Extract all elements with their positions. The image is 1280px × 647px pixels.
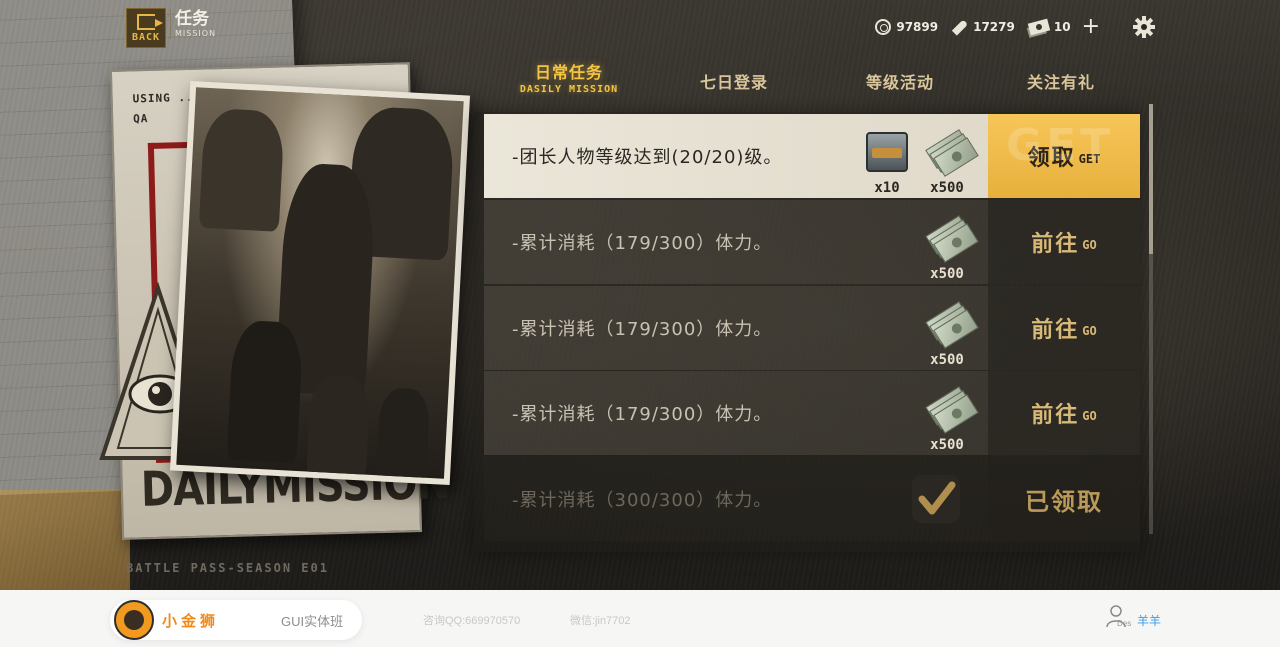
reward-item: x500	[920, 210, 979, 284]
settings-gear-icon[interactable]	[1132, 15, 1156, 39]
mission-description: -累计消耗（179/300）体力。	[512, 319, 773, 340]
reward-item: x500	[920, 296, 979, 370]
cash-icon	[1027, 18, 1051, 36]
game-screen: BACK 任务 MISSION USING ... AND HUNTING KN…	[0, 0, 1280, 590]
reward-count: x500	[930, 437, 964, 453]
mission-description: -团长人物等级达到(20/20)级。	[512, 147, 783, 168]
claim-button[interactable]: GET 领取 GET	[988, 114, 1140, 198]
mission-rewards: x500	[920, 292, 979, 370]
mission-row: -团长人物等级达到(20/20)级。 x10 x500 GET 领取 GET	[484, 114, 1140, 198]
go-label-en: GO	[1082, 324, 1097, 338]
poster-figure	[198, 107, 285, 232]
yellow-paper-strip	[0, 490, 130, 590]
reward-count: x500	[930, 266, 964, 282]
add-cash-button[interactable]: +	[1082, 16, 1100, 38]
go-label-en: GO	[1082, 238, 1097, 252]
poster-figure	[226, 319, 304, 464]
brand-pill: 小金狮 GUI实体班	[110, 600, 362, 640]
gangster-poster	[169, 80, 471, 486]
footer-bar: 小金狮 GUI实体班 咨询QQ:669970570 微信:jin7702 Des…	[0, 590, 1280, 647]
bullet-count: 17279	[973, 20, 1015, 34]
go-button[interactable]: 前往 GO	[988, 286, 1140, 370]
go-label: 前往	[1031, 232, 1080, 257]
season-label: BATTLE PASS-SEASON E01	[126, 561, 329, 575]
chest-icon	[866, 132, 908, 172]
tab-label: 七日登录	[699, 73, 768, 92]
tab-level-event[interactable]: 等级活动	[845, 72, 955, 116]
lion-logo-icon	[114, 600, 154, 640]
bullet-icon	[951, 18, 969, 36]
poster-artwork	[176, 87, 464, 479]
mission-row: -累计消耗（179/300）体力。 x500 前往 GO	[484, 200, 1140, 284]
coin-icon	[875, 19, 892, 35]
mission-row: -累计消耗（179/300）体力。 x500 前往 GO	[484, 371, 1140, 455]
tab-daily-mission[interactable]: 日常任务 DASILY MISSION	[514, 63, 624, 108]
mission-rewards: x500	[920, 377, 979, 455]
mission-tabs: 日常任务 DASILY MISSION 七日登录 等级活动 关注有礼	[474, 63, 1140, 108]
tab-label: 关注有礼	[1026, 73, 1095, 92]
page-title-en: MISSION	[175, 29, 217, 38]
bullet-resource: 17279	[951, 18, 1015, 36]
user-des: Des	[1117, 619, 1132, 628]
reward-count: x500	[930, 352, 964, 368]
user-name[interactable]: 羊羊	[1137, 612, 1161, 629]
back-button[interactable]: BACK	[126, 8, 166, 48]
tab-label: 等级活动	[865, 73, 934, 92]
exit-door-icon	[137, 13, 163, 30]
go-label: 前往	[1031, 403, 1080, 428]
cash-icon	[924, 214, 979, 263]
coin-resource: 97899	[875, 19, 938, 35]
cash-icon	[924, 385, 979, 434]
page-title-cn: 任务	[175, 9, 209, 29]
cash-icon	[924, 128, 979, 177]
cash-resource: 10 +	[1027, 16, 1100, 38]
claimed-label: 已领取	[1025, 487, 1103, 516]
tab-seven-day-login[interactable]: 七日登录	[679, 72, 789, 116]
tab-follow-gift[interactable]: 关注有礼	[1006, 72, 1116, 116]
claimed-button: 已领取	[988, 457, 1140, 541]
reward-item: x500	[920, 124, 979, 198]
reward-item: x10	[860, 124, 914, 198]
tab-label: 日常任务	[534, 63, 603, 82]
mission-description: -累计消耗（179/300）体力。	[512, 233, 773, 254]
mission-rewards: x500	[920, 206, 979, 284]
back-label: BACK	[131, 31, 161, 43]
mission-row: -累计消耗（300/300）体力。 已领取	[484, 457, 1140, 541]
button-ghost-text: GET	[1006, 120, 1115, 171]
mission-description: -累计消耗（179/300）体力。	[512, 404, 773, 425]
resource-bar: 97899 17279 10 +	[875, 15, 1156, 39]
check-icon	[912, 475, 960, 523]
brand-class: GUI实体班	[281, 614, 344, 629]
scrollbar-thumb[interactable]	[1149, 104, 1153, 254]
go-label-en: GO	[1082, 409, 1097, 423]
mission-row: -累计消耗（179/300）体力。 x500 前往 GO	[484, 286, 1140, 370]
coin-count: 97899	[896, 20, 939, 34]
contact-wechat: 微信:jin7702	[570, 615, 631, 627]
poster-figure	[306, 373, 372, 477]
poster-figure	[375, 387, 431, 479]
contact-qq: 咨询QQ:669970570	[423, 615, 521, 627]
tab-sublabel: DASILY MISSION	[519, 84, 619, 95]
mission-rewards: x10 x500	[860, 120, 979, 198]
reward-count: x500	[930, 180, 964, 196]
go-button[interactable]: 前往 GO	[988, 200, 1140, 284]
cash-icon	[924, 300, 979, 349]
mission-list[interactable]: -团长人物等级达到(20/20)级。 x10 x500 GET 领取 GET -…	[474, 112, 1140, 552]
go-button[interactable]: 前往 GO	[988, 371, 1140, 455]
cash-count: 10	[1053, 20, 1071, 34]
brand-name: 小金狮	[162, 613, 220, 630]
reward-count: x10	[874, 180, 900, 196]
reward-item: x500	[920, 381, 979, 455]
page-title: 任务 MISSION	[170, 9, 216, 39]
go-label: 前往	[1031, 318, 1080, 343]
mission-description: -累计消耗（300/300）体力。	[512, 490, 773, 511]
